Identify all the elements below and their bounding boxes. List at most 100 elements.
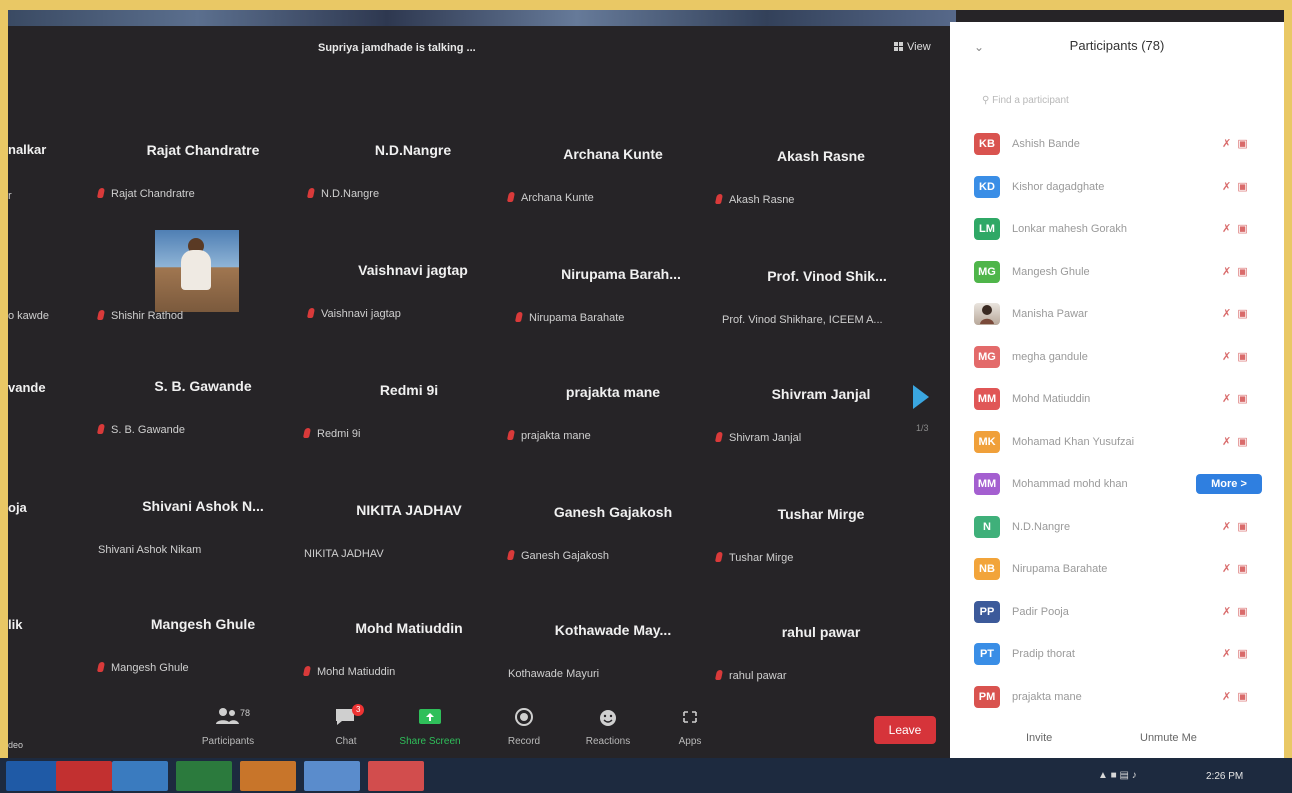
tile-label: Ganesh Gajakosh — [506, 550, 609, 562]
tile-name: Archana Kunte — [563, 146, 663, 162]
participant-row[interactable]: LM Lonkar mahesh Gorakh ✗ ▣ — [974, 213, 1264, 249]
video-tile[interactable]: Nirupama Barah... Nirupama Barahate — [514, 244, 726, 362]
video-tile[interactable]: Akash Rasne Akash Rasne — [714, 126, 926, 244]
pdf-app-icon[interactable] — [56, 761, 112, 791]
participant-name: Mangesh Ghule — [1012, 265, 1090, 278]
tile-label: Shishir Rathod — [96, 310, 183, 322]
tile-label: Akash Rasne — [714, 194, 794, 206]
video-off-icon: ▣ — [1237, 605, 1248, 618]
tile-name: prajakta mane — [565, 384, 661, 400]
mic-muted-icon: ✗ — [1222, 223, 1232, 235]
mic-muted-icon: ✗ — [1222, 350, 1232, 363]
unmute-me-button[interactable]: Unmute Me — [1140, 732, 1197, 744]
grid-view-icon — [894, 42, 903, 51]
left-cut-sub-1: r — [8, 190, 12, 202]
video-tile[interactable]: Redmi 9i Redmi 9i — [302, 360, 514, 478]
zoom-app-icon[interactable] — [304, 761, 360, 791]
page-indicator: 1/3 — [916, 423, 929, 433]
participants-panel: ⌄ Participants (78) ⚲ Find a participant… — [950, 22, 1284, 762]
participant-avatar: MG — [974, 345, 1000, 368]
tile-name: Redmi 9i — [379, 382, 439, 398]
video-tile[interactable]: Mangesh Ghule Mangesh Ghule — [96, 594, 308, 712]
tile-name: Rajat Chandratre — [146, 142, 260, 158]
tile-label: Redmi 9i — [302, 428, 360, 440]
participant-row[interactable]: MG Mangesh Ghule ✗ ▣ — [974, 256, 1264, 292]
tile-name: Vaishnavi jagtap — [358, 262, 468, 278]
browser-app-icon[interactable] — [112, 761, 168, 791]
video-tile[interactable]: Shivram Janjal Shivram Janjal — [714, 364, 926, 482]
video-tile[interactable]: rahul pawar rahul pawar — [714, 602, 926, 720]
tile-label: Shivram Janjal — [714, 432, 801, 444]
participant-row[interactable]: KD Kishor dagadghate ✗ ▣ — [974, 171, 1264, 207]
participant-name: Nirupama Barahate — [1012, 563, 1108, 575]
share-screen-button[interactable]: Share Screen — [390, 706, 470, 747]
left-cut-name-4: oja — [8, 500, 27, 515]
participants-label: Participants — [201, 736, 255, 747]
reactions-button[interactable]: Reactions — [568, 706, 648, 747]
left-cut-name-1: nalkar — [8, 142, 47, 157]
participant-name: Padir Pooja — [1012, 605, 1069, 618]
video-tile[interactable]: NIKITA JADHAV NIKITA JADHAV — [304, 480, 514, 598]
taskbar-app-icon[interactable] — [6, 761, 62, 791]
video-tile[interactable]: N.D.Nangre N.D.Nangre — [306, 120, 518, 238]
participants-count: 78 — [240, 708, 251, 718]
video-tile[interactable]: Archana Kunte Archana Kunte — [506, 124, 718, 242]
participant-avatar: MK — [974, 430, 1000, 453]
invite-button[interactable]: Invite — [1026, 732, 1052, 744]
tile-name: Akash Rasne — [777, 148, 865, 164]
participant-row[interactable]: MM Mohammad mohd khan More > — [974, 468, 1264, 504]
system-tray-icons[interactable]: ▲ ■ ▤ ♪ — [1098, 770, 1137, 781]
participant-row[interactable]: NB Nirupama Barahate ✗ ▣ — [974, 553, 1264, 589]
participant-row[interactable]: MM Mohd Matiuddin ✗ ▣ — [974, 383, 1264, 419]
chat-badge: 3 — [352, 704, 365, 716]
more-button[interactable]: More > — [1196, 474, 1262, 494]
video-tile[interactable]: Tushar Mirge Tushar Mirge — [714, 484, 926, 602]
mic-muted-icon — [714, 552, 724, 562]
video-tile[interactable]: S. B. Gawande S. B. Gawande — [96, 356, 308, 474]
next-page-arrow-icon[interactable] — [913, 385, 929, 409]
mic-muted-icon: ✗ — [1222, 563, 1232, 575]
video-tile[interactable]: Rajat Chandratre Rajat Chandratre — [96, 120, 308, 238]
participant-avatar: MM — [974, 473, 1000, 495]
participant-row[interactable]: MG megha gandule ✗ ▣ — [974, 341, 1264, 377]
participant-row[interactable]: Manisha Pawar ✗ ▣ — [974, 298, 1264, 334]
participant-row[interactable]: KB Ashish Bande ✗ ▣ — [974, 128, 1264, 164]
apps-icon — [650, 706, 730, 730]
powerpoint-app-icon[interactable] — [368, 761, 424, 791]
excel-app-icon[interactable] — [176, 761, 232, 791]
mic-muted-icon: ✗ — [1222, 138, 1232, 150]
video-off-icon: ▣ — [1237, 520, 1248, 533]
video-tile[interactable]: Shivani Ashok N... Shivani Ashok Nikam — [98, 476, 308, 594]
participant-row[interactable]: PT Pradip thorat ✗ ▣ — [974, 638, 1264, 674]
video-tile[interactable]: Ganesh Gajakosh Ganesh Gajakosh — [506, 482, 718, 600]
participant-name: Mohammad mohd khan — [1012, 478, 1128, 490]
participant-name: prajakta mane — [1012, 690, 1082, 703]
video-tile[interactable]: Shishir Rathod — [96, 230, 308, 348]
participant-row[interactable]: MK Mohamad Khan Yusufzai ✗ ▣ — [974, 426, 1264, 462]
apps-button[interactable]: Apps — [650, 706, 730, 747]
participant-avatar: NB — [974, 558, 1000, 580]
mic-muted-icon: ✗ — [1222, 308, 1232, 320]
talking-indicator: Supriya jamdhade is talking ... — [318, 42, 476, 54]
mic-muted-icon — [514, 312, 524, 322]
video-tile[interactable]: Mohd Matiuddin Mohd Matiuddin — [302, 598, 514, 716]
video-tile[interactable]: prajakta mane prajakta mane — [506, 362, 718, 480]
leave-button[interactable]: Leave — [874, 716, 936, 744]
participants-button[interactable]: 78 Participants — [188, 706, 268, 747]
video-off-icon: ▣ — [1237, 223, 1248, 235]
participant-row[interactable]: PP Padir Pooja ✗ ▣ — [974, 596, 1264, 632]
participant-search-input[interactable]: ⚲ Find a participant — [982, 95, 1069, 106]
view-button[interactable]: View — [894, 41, 931, 53]
participant-avatar: PT — [974, 643, 1000, 665]
chrome-app-icon[interactable] — [240, 761, 296, 791]
mic-muted-icon — [714, 194, 724, 204]
participant-row[interactable]: N N.D.Nangre ✗ ▣ — [974, 511, 1264, 547]
record-button[interactable]: Record — [484, 706, 564, 747]
chat-button[interactable]: 3 Chat — [306, 704, 386, 747]
participant-row[interactable]: PM prajakta mane ✗ ▣ — [974, 681, 1264, 717]
tile-name: Kothawade May... — [554, 622, 672, 638]
participant-avatar: PM — [974, 685, 1000, 708]
video-tile[interactable]: Prof. Vinod Shik... Prof. Vinod Shikhare… — [722, 246, 932, 364]
video-tile[interactable]: Vaishnavi jagtap Vaishnavi jagtap — [306, 240, 518, 358]
video-tile[interactable]: Kothawade May... Kothawade Mayuri — [508, 600, 718, 718]
